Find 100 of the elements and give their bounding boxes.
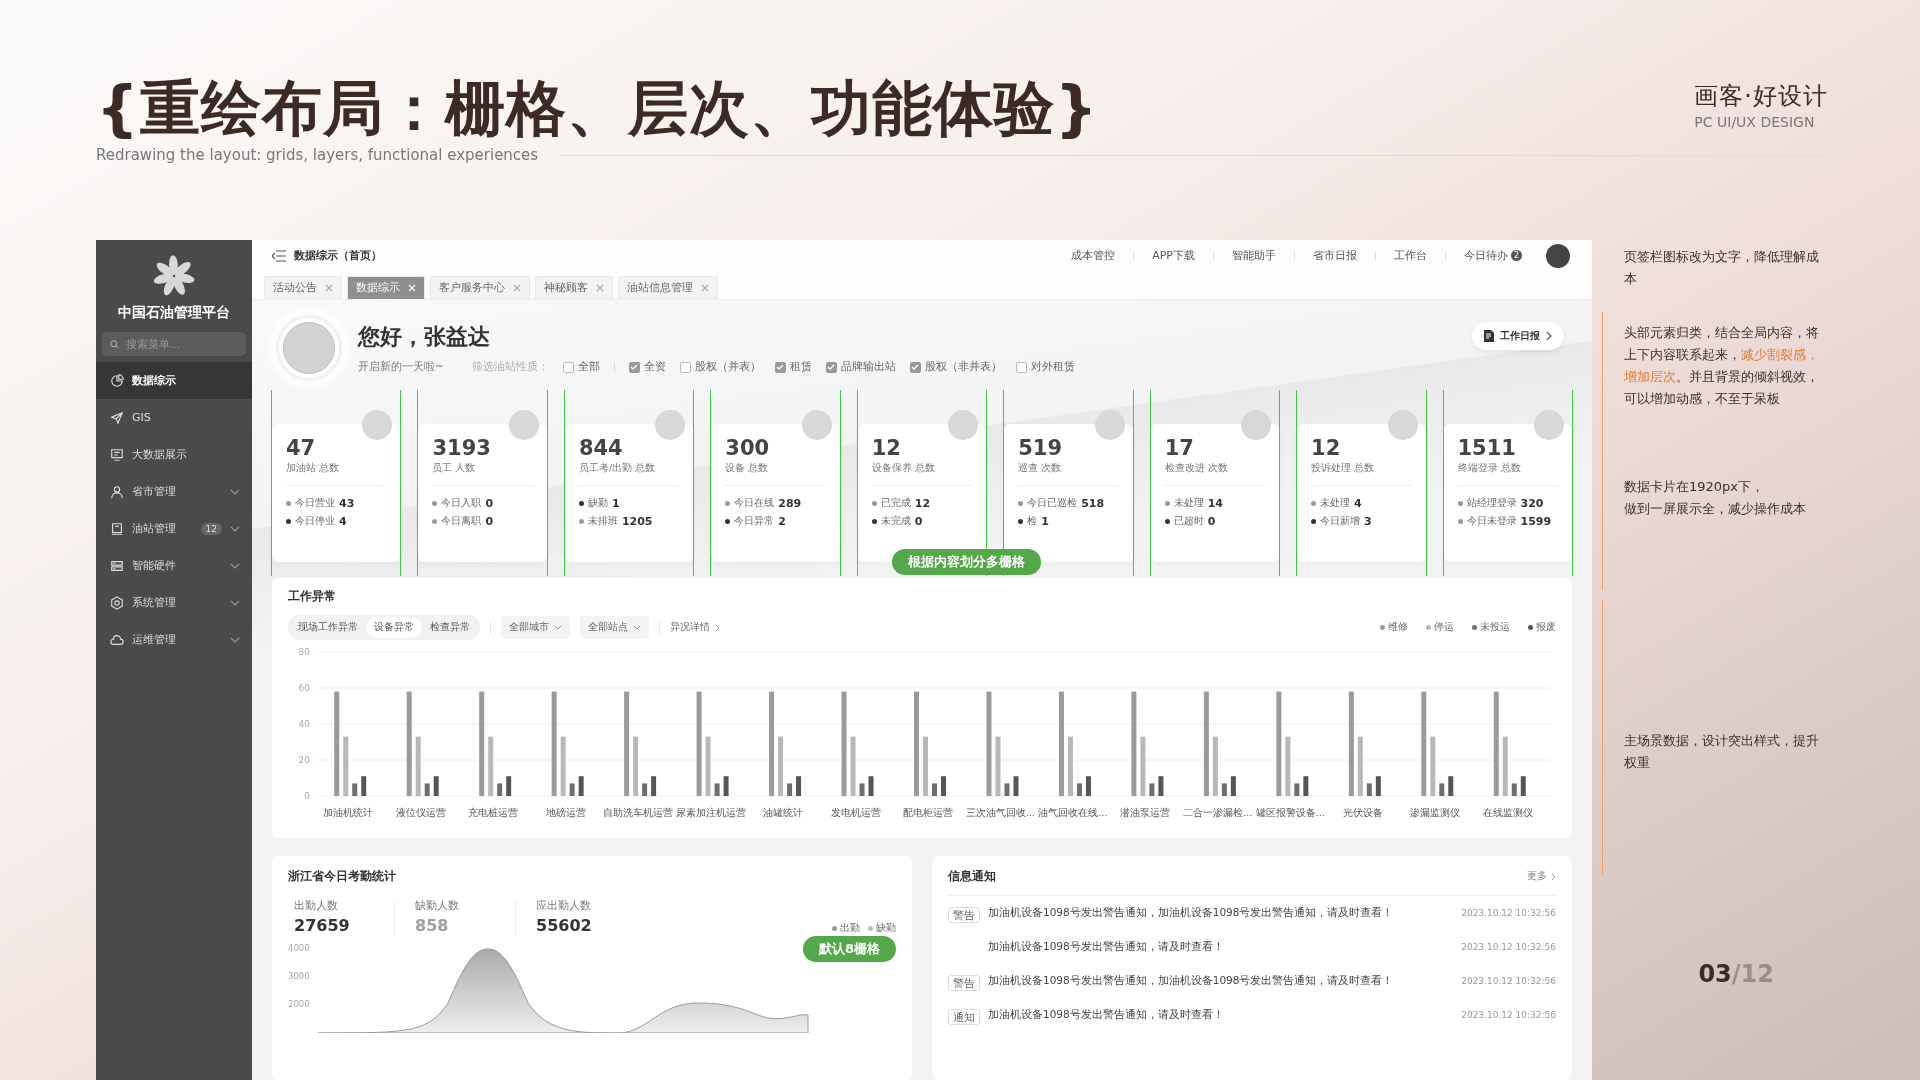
- circle-icon: [508, 410, 539, 440]
- category-label: 尿素加注机运营: [675, 807, 746, 818]
- bar: [343, 736, 349, 796]
- page-tab[interactable]: 神秘顾客: [535, 276, 613, 300]
- bar: [932, 783, 937, 796]
- nav-link[interactable]: 工作台: [1394, 248, 1427, 264]
- menu-item[interactable]: 油站管理 12: [96, 510, 252, 547]
- bar: [488, 736, 494, 796]
- menu-icon[interactable]: [272, 249, 286, 262]
- nav-link[interactable]: 省市日报: [1313, 248, 1357, 264]
- notice-text[interactable]: 加油机设备1098号发出警告通知，请及时查看！: [988, 1008, 1454, 1022]
- bar: [705, 736, 711, 796]
- legend-label: 未投运: [1480, 621, 1510, 634]
- close-icon[interactable]: [325, 284, 333, 293]
- segment-tab[interactable]: 现场工作异常: [290, 617, 366, 638]
- checkbox[interactable]: [679, 361, 691, 373]
- checkbox[interactable]: [825, 361, 837, 373]
- cloud-icon: [110, 632, 124, 647]
- menu-item[interactable]: 大数据展示: [96, 436, 252, 473]
- details-link[interactable]: 异况详情: [670, 621, 720, 634]
- circle-icon: [1094, 410, 1125, 440]
- legend-label: 出勤: [840, 922, 860, 935]
- device-icon: [110, 521, 124, 536]
- stat-item-label: 今日新增: [1320, 514, 1361, 528]
- bar: [560, 736, 566, 796]
- circle-icon: [948, 410, 979, 440]
- stat-item-value: 1205: [621, 514, 653, 528]
- logo-icon: [152, 254, 196, 298]
- annotation-label: 默认8栅格: [802, 936, 896, 962]
- bar: [1004, 783, 1010, 796]
- notice-text[interactable]: 加油机设备1098号发出警告通知，请及时查看！: [988, 940, 1454, 954]
- annotation-label: 根据内容划分多栅格: [892, 549, 1041, 575]
- axis-tick-label: 2000: [288, 999, 310, 1009]
- stat-item-value: 2: [778, 514, 786, 528]
- stat-value: 27659: [294, 916, 351, 935]
- checkbox[interactable]: [774, 361, 786, 373]
- bar: [642, 783, 648, 796]
- menu-item[interactable]: GIS: [96, 399, 252, 436]
- nav-link[interactable]: 智能助手: [1232, 248, 1276, 264]
- stat-item-label: 今日离职: [441, 514, 482, 528]
- stat-label: 员工 人数: [432, 462, 477, 475]
- stat-label: 员工考/出勤 总数: [578, 462, 657, 475]
- stat-item-label: 缺勤: [587, 496, 608, 510]
- stat-item-value: 0: [485, 496, 494, 510]
- bar: [633, 736, 639, 796]
- checkbox[interactable]: [909, 361, 921, 373]
- segment-tab[interactable]: 检查异常: [422, 617, 478, 638]
- stat-value: 12: [1311, 436, 1342, 460]
- checkbox[interactable]: [562, 361, 574, 373]
- caret-icon: [554, 625, 562, 630]
- checkbox[interactable]: [1015, 361, 1027, 373]
- checkbox-label: 对外租赁: [1030, 360, 1075, 375]
- close-icon[interactable]: [701, 284, 709, 293]
- bar: [1149, 783, 1155, 796]
- chevron-down-icon: [230, 562, 240, 569]
- category-label: 油罐统计: [763, 807, 804, 818]
- close-icon[interactable]: [513, 284, 521, 293]
- bar: [1067, 736, 1073, 796]
- bar: [923, 736, 928, 796]
- bar: [506, 776, 512, 796]
- notice-text[interactable]: 加油机设备1098号发出警告通知，加油机设备1098号发出警告通知，请及时查看！: [988, 974, 1454, 988]
- menu-item[interactable]: 数据综示: [96, 362, 252, 399]
- nav-link[interactable]: APP下载: [1152, 248, 1195, 264]
- bar: [1448, 776, 1454, 796]
- dropdown[interactable]: 全部城市: [501, 616, 570, 639]
- menu-item[interactable]: 智能硬件: [96, 547, 252, 584]
- dropdown[interactable]: 全部站点: [580, 616, 649, 639]
- nav-link[interactable]: 成本管控: [1071, 248, 1116, 264]
- checkbox[interactable]: [628, 361, 640, 373]
- page-tab[interactable]: 油站信息管理: [618, 276, 718, 300]
- more-link[interactable]: 更多: [1527, 870, 1556, 883]
- bar: [995, 736, 1001, 796]
- segment-tab[interactable]: 设备异常: [366, 617, 422, 638]
- avatar[interactable]: [1546, 243, 1570, 268]
- stat-value: 858: [415, 916, 450, 935]
- page-tab[interactable]: 客户服务中心: [430, 276, 530, 300]
- breadcrumb: 数据综示（首页）: [294, 248, 382, 264]
- chevron-down-icon: [230, 599, 240, 606]
- monitor-icon: [110, 447, 124, 462]
- bar: [352, 783, 358, 796]
- stat-item-value: 12: [914, 496, 931, 510]
- bar: [361, 776, 367, 796]
- chevron-right-icon: [715, 623, 720, 632]
- bar: [1357, 736, 1363, 796]
- close-icon[interactable]: [596, 284, 604, 293]
- todo-link[interactable]: 今日待办 2: [1464, 248, 1522, 264]
- notice-text[interactable]: 加油机设备1098号发出警告通知，加油机设备1098号发出警告通知，请及时查看！: [988, 906, 1454, 920]
- notice-tag: 通知: [948, 1008, 980, 1025]
- notice-time: 2023.10.12 10:32:56: [1461, 1010, 1556, 1020]
- category-label: 发电机运营: [830, 807, 881, 818]
- bar: [714, 783, 720, 796]
- menu-item[interactable]: 省市管理: [96, 473, 252, 510]
- menu-item[interactable]: 系统管理: [96, 584, 252, 621]
- stat-value: 17: [1164, 436, 1195, 460]
- server-icon: [110, 558, 124, 573]
- page-tab[interactable]: 活动公告: [264, 276, 342, 300]
- bar: [1303, 776, 1309, 796]
- report-button[interactable]: 工作日报: [1472, 322, 1564, 351]
- stat-item-value: 0: [485, 514, 494, 528]
- menu-item[interactable]: 运维管理: [96, 621, 252, 658]
